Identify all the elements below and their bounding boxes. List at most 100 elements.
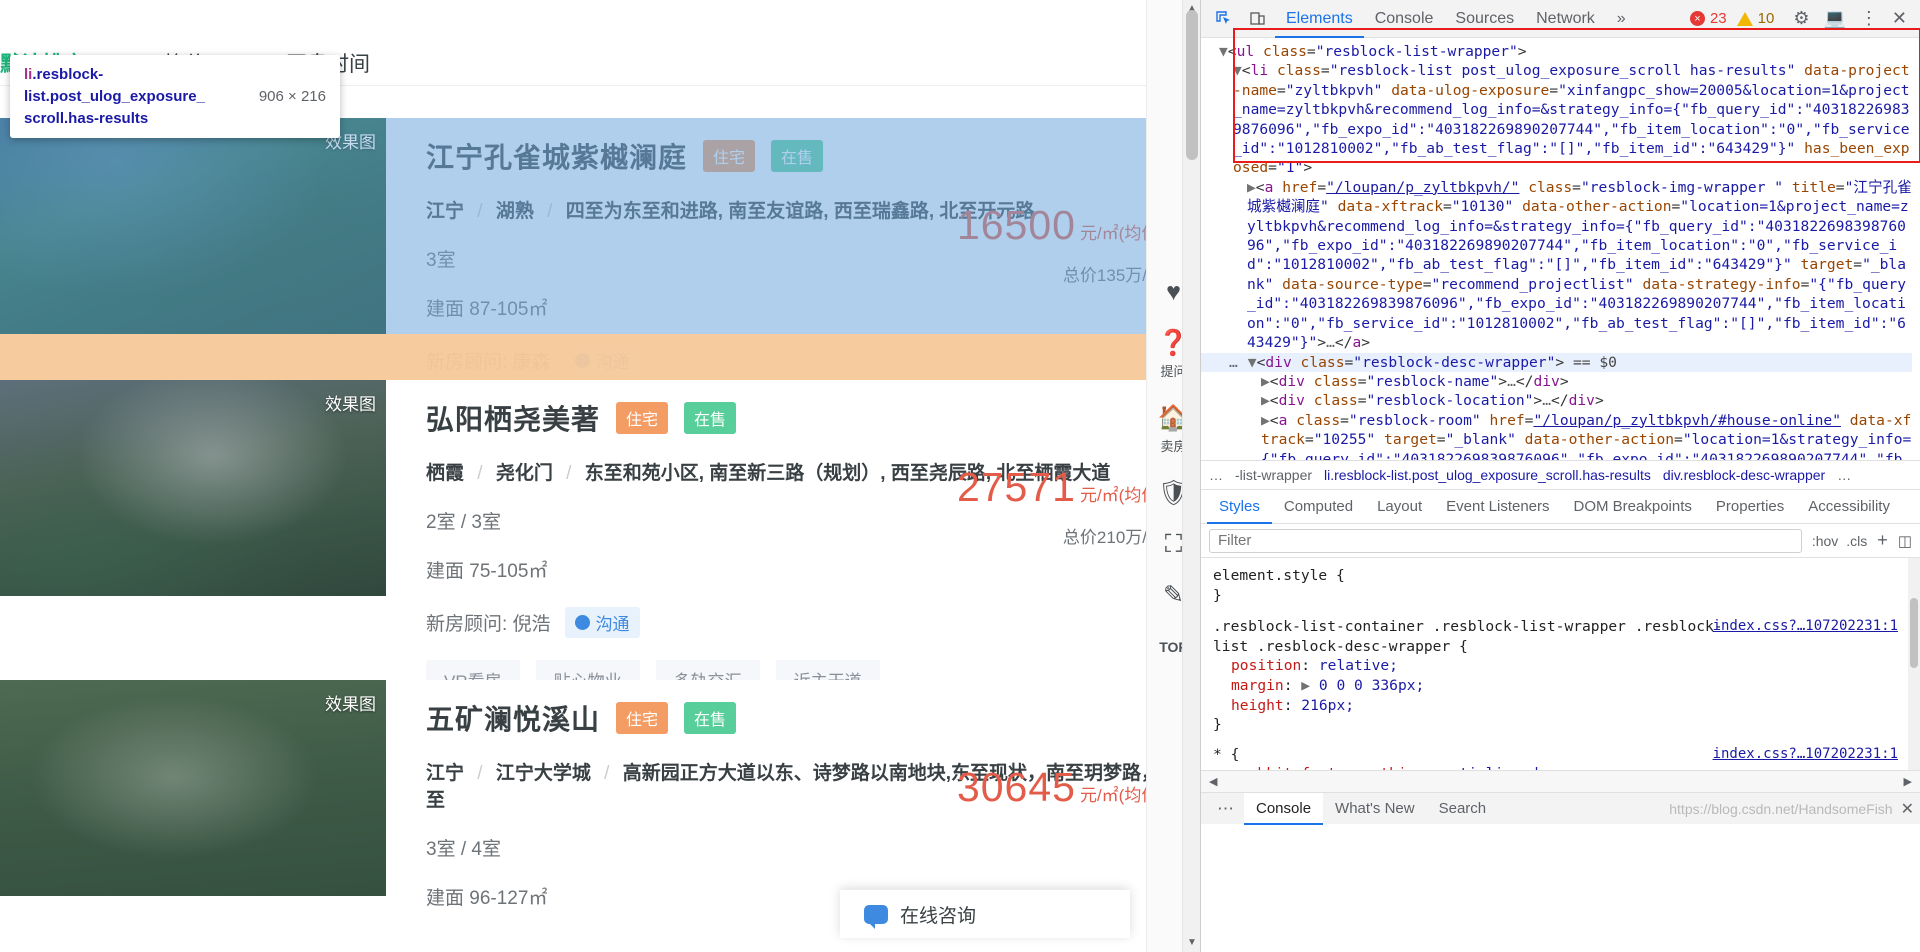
listing-title-row-1: 江宁孔雀城紫樾澜庭 住宅 在售 <box>426 136 1182 176</box>
css-prop-height[interactable]: height: 216px; <box>1213 696 1910 716</box>
dom-line-name[interactable]: ▶<div class="resblock-name">…</div> <box>1219 372 1912 391</box>
rail-item-expand[interactable]: ⛶ <box>1165 532 1183 557</box>
css-prop-value: 216px; <box>1301 696 1355 714</box>
hover-state-button[interactable]: :hov <box>1812 533 1838 549</box>
css-source-link-1[interactable]: index.css?…107202231:1 <box>1713 617 1898 637</box>
listing-thumbnail-3[interactable]: 效果图 <box>0 680 386 896</box>
drawer-close-icon[interactable]: ✕ <box>1901 799 1914 819</box>
tab-sources[interactable]: Sources <box>1444 0 1525 38</box>
chat-label-2: 沟通 <box>595 615 630 634</box>
breadcrumb-ul[interactable]: -list-wrapper <box>1235 467 1312 483</box>
breadcrumb-ellipsis[interactable]: … <box>1209 467 1223 483</box>
css-selector-0: element.style { <box>1213 567 1345 584</box>
page-scroll-area: 默认排序 均价 开盘时间 效果图 江宁孔雀城紫樾澜庭 住宅 在售 江宁 / <box>0 0 1182 952</box>
tab-more-chevron[interactable]: » <box>1606 0 1637 38</box>
breadcrumb-li[interactable]: li.resblock-list.post_ulog_exposure_scro… <box>1324 467 1651 483</box>
listing-title-row-3: 五矿澜悦溪山 住宅 在售 <box>426 698 1182 738</box>
listing-area-2: 尧化门 <box>495 463 553 484</box>
price-total-1: 总价135万/套 <box>1062 266 1164 285</box>
css-prop-margin[interactable]: margin: ▶ 0 0 0 336px; <box>1213 676 1910 696</box>
dom-line-room[interactable]: ▶<a class="resblock-room" href="/loupan/… <box>1219 411 1912 460</box>
tab-properties[interactable]: Properties <box>1704 490 1796 524</box>
listing-thumbnail-1[interactable]: 效果图 <box>0 118 386 334</box>
dom-line-a-img[interactable]: ▶<a href="/loupan/p_zyltbkpvh/" class="r… <box>1219 178 1912 353</box>
css-close-1: } <box>1213 716 1222 734</box>
scroll-down-arrow[interactable]: ▼ <box>1183 934 1200 952</box>
tab-elements[interactable]: Elements <box>1275 0 1364 38</box>
web-page-pane: 默认排序 均价 开盘时间 效果图 江宁孔雀城紫樾澜庭 住宅 在售 江宁 / <box>0 0 1200 952</box>
tab-dom-breakpoints[interactable]: DOM Breakpoints <box>1562 490 1704 524</box>
listing-title-2[interactable]: 弘阳栖尧美著 <box>426 398 600 438</box>
drawer-tab-whats-new[interactable]: What's New <box>1323 793 1427 825</box>
rail-item-favorite[interactable]: ♥ <box>1166 280 1181 305</box>
devtools-toolbar: Elements Console Sources Network » × 23 … <box>1201 0 1920 38</box>
breadcrumb-div[interactable]: div.resblock-desc-wrapper <box>1663 467 1825 483</box>
listing-price-3: 30645 元/㎡(均价) <box>957 764 1164 811</box>
css-rule-desc-wrapper[interactable]: index.css?…107202231:1 .resblock-list-co… <box>1213 617 1910 735</box>
chat-button-2[interactable]: 沟通 <box>564 607 640 638</box>
breadcrumb-ellipsis-end[interactable]: … <box>1837 467 1851 483</box>
expand-triangle-icon[interactable]: ▶ <box>1301 677 1310 694</box>
dom-line-desc-wrapper[interactable]: … ▼<div class="resblock-desc-wrapper"> ==… <box>1201 352 1912 372</box>
page-scrollbar-thumb[interactable] <box>1186 10 1198 160</box>
drawer-tab-search[interactable]: Search <box>1427 793 1499 825</box>
drawer-more-icon[interactable]: ⋯ <box>1207 799 1244 819</box>
online-consult-bar[interactable]: 在线咨询 <box>840 890 1130 938</box>
css-source-link-2[interactable]: index.css?…107202231:1 <box>1713 745 1898 765</box>
tab-accessibility[interactable]: Accessibility <box>1796 490 1902 524</box>
tab-computed[interactable]: Computed <box>1272 490 1365 524</box>
dom-line-location[interactable]: ▶<div class="resblock-location">…</div> <box>1219 391 1912 410</box>
listing-card-2[interactable]: 效果图 弘阳栖尧美著 住宅 在售 栖霞 / 尧化门 / 东至和苑小区, 南至新三… <box>0 380 1182 699</box>
css-rule-element-style[interactable]: element.style { } <box>1213 566 1910 605</box>
styles-scrollbar[interactable] <box>1908 558 1920 770</box>
inspect-element-icon[interactable] <box>1207 3 1241 35</box>
devices-icon[interactable]: 💻 <box>1823 8 1845 29</box>
tab-styles[interactable]: Styles <box>1207 490 1272 524</box>
styles-rules-pane[interactable]: element.style { } index.css?…107202231:1… <box>1201 558 1920 770</box>
dom-breadcrumb[interactable]: … -list-wrapper li.resblock-list.post_ul… <box>1201 460 1920 490</box>
styles-scrollbar-thumb[interactable] <box>1910 598 1918 668</box>
more-options-icon[interactable]: ⋮ <box>1860 8 1878 29</box>
inspect-highlight-margin <box>0 334 1182 380</box>
tab-network[interactable]: Network <box>1525 0 1606 38</box>
scroll-left-arrow[interactable]: ◀ <box>1209 775 1217 788</box>
listing-title-row-2: 弘阳栖尧美著 住宅 在售 <box>426 398 1182 438</box>
close-devtools-icon[interactable]: ✕ <box>1892 8 1907 29</box>
listing-card-3[interactable]: 效果图 五矿澜悦溪山 住宅 在售 江宁 / 江宁大学城 / 高新园正方大道以东、… <box>0 680 1182 909</box>
listing-district-3: 江宁 <box>426 763 465 784</box>
styles-filter-row: :hov .cls + ◫ <box>1201 524 1920 558</box>
dom-line-ul[interactable]: ▼<ul class="resblock-list-wrapper"> <box>1219 42 1912 61</box>
class-toggle-button[interactable]: .cls <box>1846 533 1867 549</box>
chat-bubble-icon <box>864 904 888 929</box>
rail-item-edit[interactable]: ✎ <box>1163 583 1184 608</box>
new-style-rule-button[interactable]: + <box>1877 530 1888 551</box>
computed-sidebar-toggle[interactable]: ◫ <box>1898 532 1912 550</box>
scroll-right-arrow[interactable]: ▶ <box>1904 775 1912 788</box>
page-scrollbar[interactable]: ▲ ▼ <box>1182 0 1200 952</box>
listing-title-3[interactable]: 五矿澜悦溪山 <box>426 698 600 738</box>
drawer-tab-console[interactable]: Console <box>1244 792 1324 825</box>
elements-dom-tree[interactable]: ▼<ul class="resblock-list-wrapper"> ▼<li… <box>1201 38 1920 460</box>
listing-thumbnail-2[interactable]: 效果图 <box>0 380 386 596</box>
css-rule-universal[interactable]: index.css?…107202231:1 * { -webkit-font-… <box>1213 745 1910 770</box>
css-close-0: } <box>1213 586 1222 604</box>
inspect-dimensions: 906 × 216 <box>258 88 326 106</box>
listing-card-1[interactable]: 效果图 江宁孔雀城紫樾澜庭 住宅 在售 江宁 / 湖熟 / 四至为东至和进路, … <box>0 118 1182 437</box>
error-icon: × <box>1689 11 1705 26</box>
tab-layout[interactable]: Layout <box>1365 490 1434 524</box>
settings-gear-icon[interactable]: ⚙ <box>1793 8 1809 29</box>
css-prop-webkit-smoothing[interactable]: -webkit-font-smoothing: antialiased; <box>1213 764 1910 770</box>
error-count-badge[interactable]: × 23 <box>1689 10 1727 27</box>
css-prop-position[interactable]: position: relative; <box>1213 656 1910 676</box>
device-toolbar-icon[interactable] <box>1241 3 1275 35</box>
warning-count-badge[interactable]: 10 <box>1736 10 1774 27</box>
listing-price-1: 16500 元/㎡(均价) 总价135万/套 <box>957 202 1164 286</box>
listing-area-3: 江宁大学城 <box>495 763 591 784</box>
thumbnail-badge-3: 效果图 <box>325 695 376 714</box>
styles-hscrollbar[interactable]: ◀ ▶ <box>1201 770 1920 792</box>
tab-event-listeners[interactable]: Event Listeners <box>1434 490 1561 524</box>
dom-line-li[interactable]: ▼<li class="resblock-list post_ulog_expo… <box>1219 61 1912 177</box>
listing-title-1[interactable]: 江宁孔雀城紫樾澜庭 <box>426 136 687 176</box>
tab-console[interactable]: Console <box>1364 0 1445 38</box>
styles-filter-input[interactable] <box>1209 528 1802 553</box>
